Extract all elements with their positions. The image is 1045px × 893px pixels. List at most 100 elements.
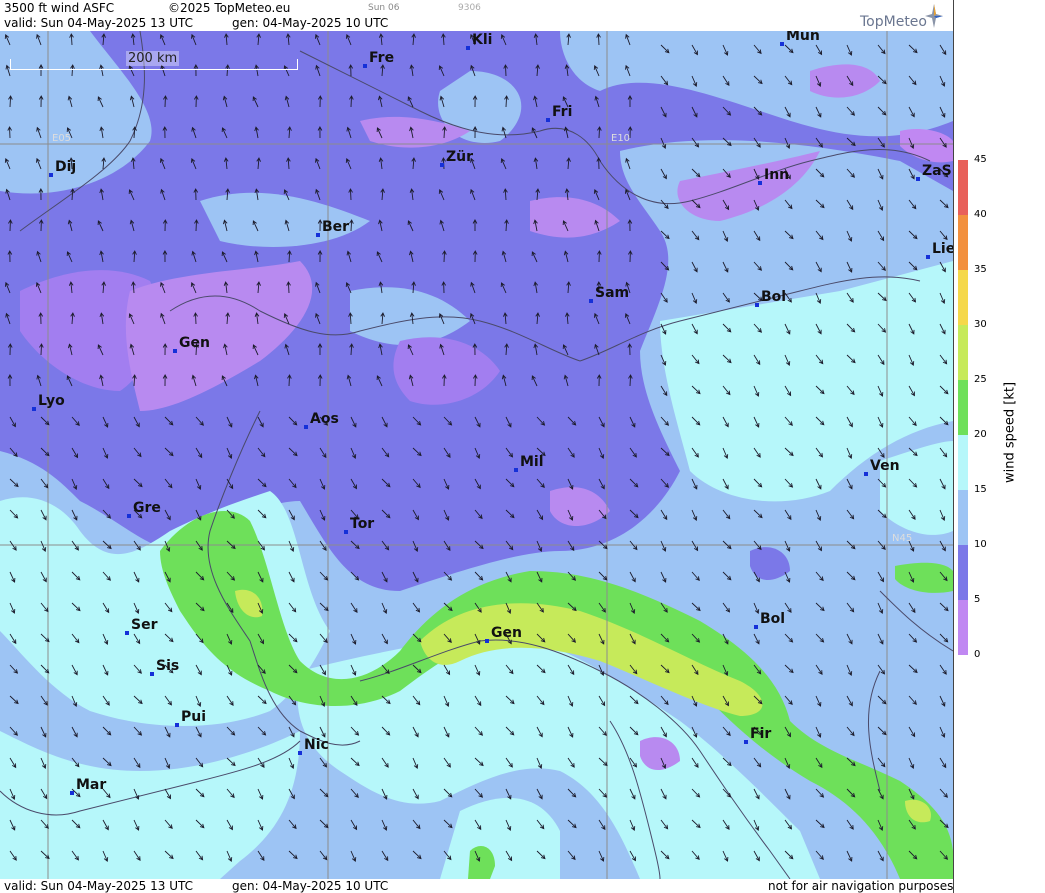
city-name: Pui [181,709,207,725]
city-label-sis: Sis [150,658,180,676]
city-label-gen: Gen [485,625,522,643]
colorbar-segment [958,325,968,380]
city-label-lie: Lie [926,241,953,259]
legend-tick-label: 5 [974,594,981,605]
city-label-zas: ZaS [916,163,952,181]
compass-star-icon [925,4,943,28]
grid-label-n45: N45 [892,533,913,544]
colorbar-segment [958,160,968,215]
city-label-gre: Gre [127,500,161,518]
city-marker-icon [440,163,444,167]
city-name: Fre [369,50,395,66]
city-name: Kli [472,32,493,48]
city-name: Mil [520,454,544,470]
generated-time: gen: 04-May-2025 10 UTC [232,16,389,30]
city-name: Aos [310,411,339,427]
city-name: Dij [55,159,77,175]
city-label-pui: Pui [175,709,207,727]
city-name: Gen [491,625,522,641]
city-label-ber: Ber [316,219,350,237]
city-name: Ser [131,617,158,633]
city-name: Lyo [38,393,65,409]
colorbar-segment [958,545,968,600]
city-name: Ber [322,219,350,235]
copyright-text: ©2025 TopMeteo.eu [168,1,291,15]
city-name: Gen [179,335,210,351]
city-name: Fir [750,726,772,742]
city-label-ser: Ser [125,617,158,635]
city-label-gen: Gen [173,335,210,353]
colorbar-segment [958,380,968,435]
wind-field-svg [0,31,953,879]
city-label-tor: Tor [344,516,375,534]
city-label-bol: Bol [754,611,785,629]
city-name: Gre [133,500,161,516]
city-marker-icon [175,723,179,727]
city-label-aos: Aos [304,411,339,429]
city-name: Mar [76,777,107,793]
colorbar-segment [958,270,968,325]
city-marker-icon [754,625,758,629]
city-name: Inn [764,167,790,183]
city-marker-icon [589,299,593,303]
valid-time: valid: Sun 04-May-2025 13 UTC [4,16,193,30]
legend-tick-label: 35 [974,264,987,275]
city-marker-icon [70,791,74,795]
legend-title: wind speed [kt] [1002,381,1018,484]
city-marker-icon [514,468,518,472]
wind-map[interactable]: 200 km E05 E10 N45 Kli Mün Fre Fri Dij Zür Inn… [0,31,953,879]
day-tab-text: Sun 06 [368,3,400,13]
legend-tick-label: 0 [974,649,981,660]
city-name: Sam [595,285,630,301]
city-label-fre: Fre [363,50,395,68]
city-marker-icon [744,740,748,744]
city-name: Nic [304,737,329,753]
city-label-zür: Zür [440,149,474,167]
city-marker-icon [780,42,784,46]
legend-tick-label: 25 [974,374,987,385]
map-footer: valid: Sun 04-May-2025 13 UTC gen: 04-Ma… [0,879,953,893]
legend-tick-label: 20 [974,429,987,440]
city-marker-icon [363,64,367,68]
grid-label-e10: E10 [611,133,631,144]
city-marker-icon [150,672,154,676]
city-marker-icon [298,751,302,755]
colorbar-segment [958,435,968,490]
scale-bar-label: 200 km [126,51,180,66]
run-code-text: 9306 [458,3,481,13]
map-title: 3500 ft wind ASFC [4,1,115,15]
city-marker-icon [864,472,868,476]
legend-tick-label: 30 [974,319,987,330]
city-marker-icon [546,118,550,122]
city-label-mar: Mar [70,777,107,795]
city-name: Fri [552,104,573,120]
city-name: Tor [350,516,375,532]
city-label-dij: Dij [49,159,77,177]
city-marker-icon [125,631,129,635]
colorbar-segment [958,215,968,270]
footer-disclaimer: not for air navigation purposes [768,879,954,893]
city-name: Lie [932,241,953,257]
city-marker-icon [49,173,53,177]
city-name: Sis [156,658,180,674]
city-marker-icon [173,349,177,353]
city-label-nic: Nic [298,737,329,755]
city-name: Mün [786,31,820,44]
city-name: Zür [446,149,474,165]
city-label-fir: Fir [744,726,772,744]
city-marker-icon [485,639,489,643]
city-marker-icon [316,233,320,237]
city-name: ZaS [922,163,952,179]
topmeteo-logo: TopMeteo [860,14,927,30]
city-label-kli: Kli [466,32,493,50]
city-label-bol: Bol [755,289,787,307]
city-marker-icon [755,303,759,307]
city-label-mün: Mün [780,31,820,46]
footer-generated-time: gen: 04-May-2025 10 UTC [232,879,389,893]
city-marker-icon [916,177,920,181]
city-name: Bol [761,289,787,305]
footer-valid-time: valid: Sun 04-May-2025 13 UTC [4,879,193,893]
colorbar-segment [958,490,968,545]
city-marker-icon [466,46,470,50]
legend-tick-label: 40 [974,209,987,220]
